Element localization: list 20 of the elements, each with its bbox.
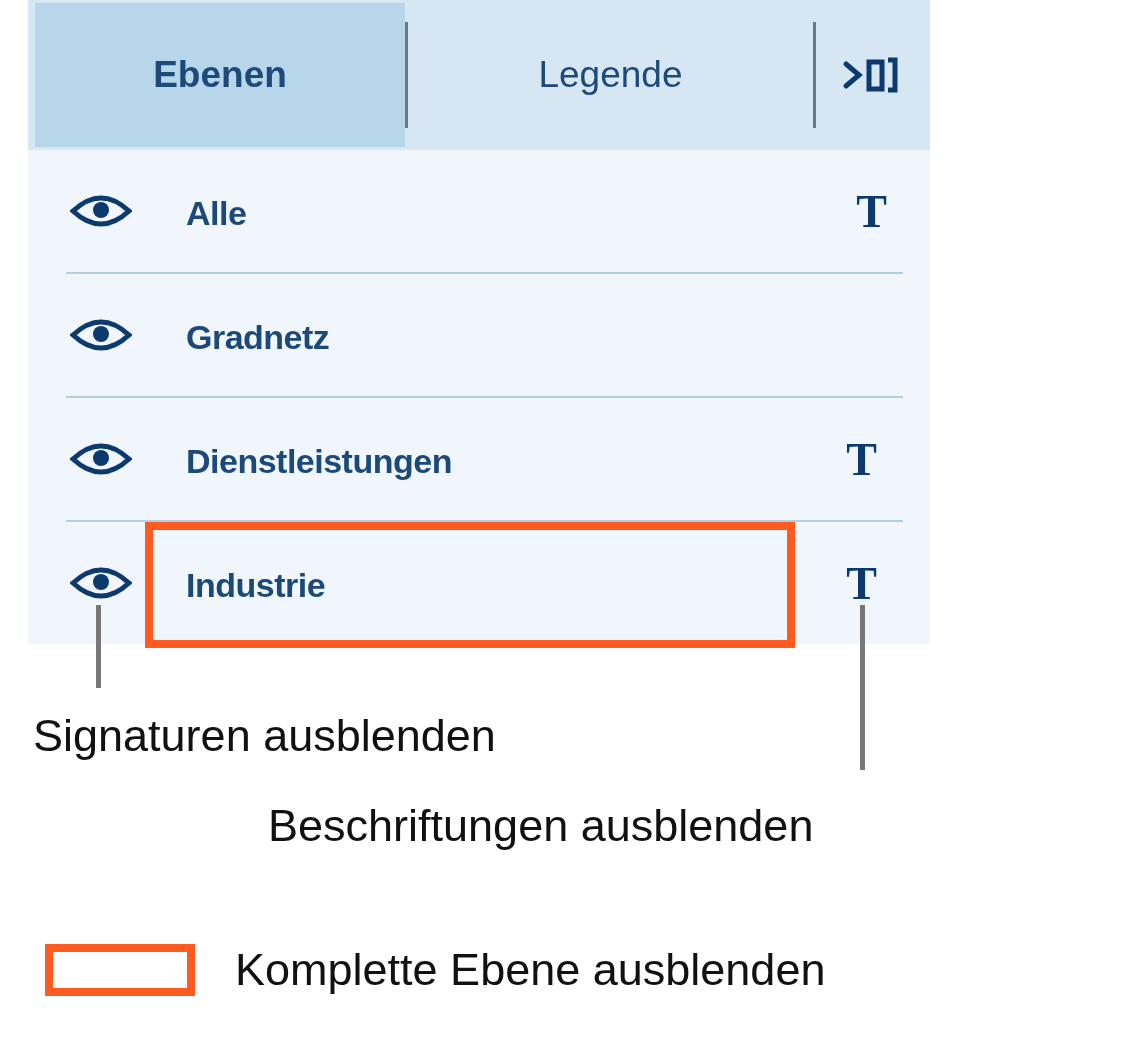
labels-toggle[interactable]: T [846, 556, 877, 610]
legend-label: Komplette Ebene ausblenden [235, 944, 826, 996]
layer-name: Industrie [186, 565, 326, 605]
tab[interactable]: Ebenen [35, 3, 405, 147]
visibility-toggle[interactable] [70, 565, 132, 601]
visibility-toggle[interactable] [70, 193, 132, 229]
labels-toggle[interactable]: T [846, 432, 877, 486]
tab[interactable]: Legende [408, 3, 813, 147]
layer-name: Dienstleistungen [186, 441, 452, 481]
layer-name: Alle [186, 193, 247, 233]
eye-icon [70, 193, 132, 229]
visibility-toggle[interactable] [70, 441, 132, 477]
eye-icon [70, 317, 132, 353]
annotation-label: Beschriftungen ausblenden [268, 800, 815, 852]
labels-toggle[interactable]: T [856, 184, 887, 238]
eye-icon [70, 441, 132, 477]
annotation-label: Signaturen ausblenden [33, 710, 497, 762]
eye-icon [70, 565, 132, 601]
layer-name: Gradnetz [186, 317, 330, 357]
visibility-toggle[interactable] [70, 317, 132, 353]
